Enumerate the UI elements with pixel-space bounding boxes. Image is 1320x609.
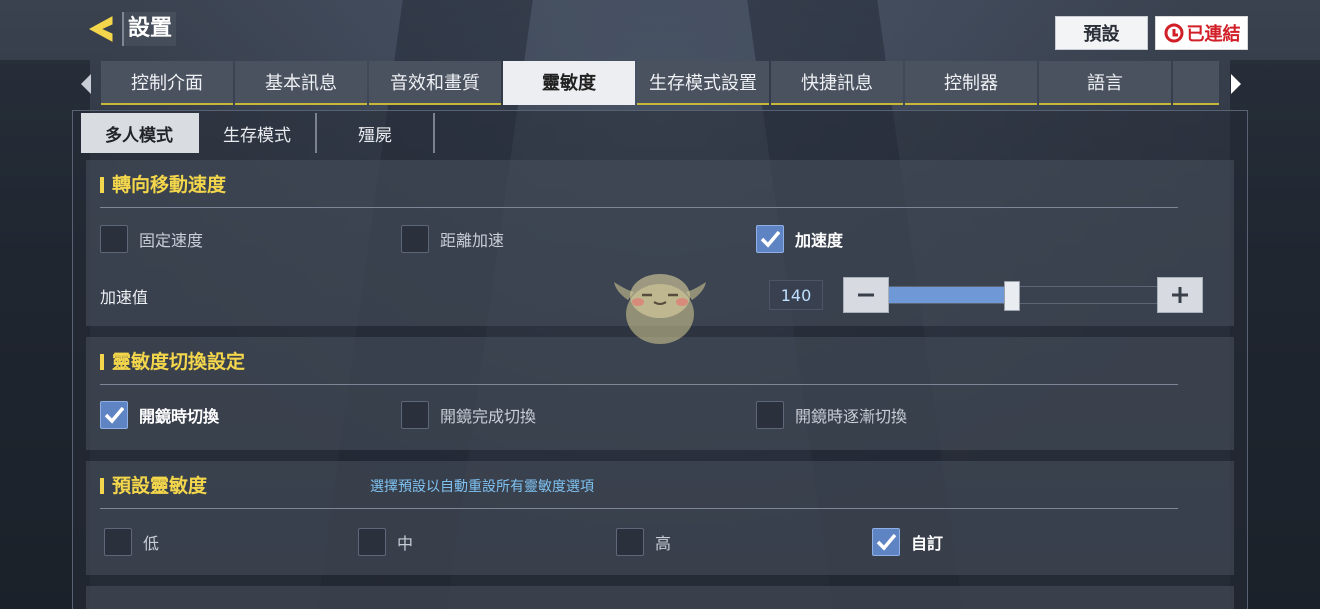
chevron-left-icon xyxy=(81,74,91,94)
divider xyxy=(100,384,1178,385)
option-preset-high[interactable]: 高 xyxy=(616,528,671,556)
checkbox-checked[interactable] xyxy=(100,401,128,429)
option-label: 加速度 xyxy=(795,231,844,250)
tab-survival-settings[interactable]: 生存模式設置 xyxy=(637,61,769,105)
preset-sensitivity-section: 預設靈敏度 選擇預設以自動重設所有靈敏度選項 低 中 高 自訂 xyxy=(86,461,1234,575)
checkbox[interactable] xyxy=(358,528,386,556)
tabs-scroll-right-button[interactable] xyxy=(1226,68,1246,100)
option-preset-low[interactable]: 低 xyxy=(104,528,159,556)
page-title: 設置 xyxy=(122,12,177,46)
option-label: 開鏡完成切換 xyxy=(440,407,537,426)
option-label: 開鏡時逐漸切換 xyxy=(795,407,908,426)
settings-tabs: 控制介面 基本訊息 音效和畫質 靈敏度 生存模式設置 快捷訊息 控制器 語言 xyxy=(101,61,1219,105)
subtab-multiplayer[interactable]: 多人模式 xyxy=(81,113,199,153)
tab-sensitivity[interactable]: 靈敏度 xyxy=(503,61,635,105)
acceleration-value-field[interactable]: 140 xyxy=(769,280,823,310)
option-label: 中 xyxy=(397,534,414,553)
checkmark-icon xyxy=(876,533,897,551)
option-distance-acceleration[interactable]: 距離加速 xyxy=(401,225,504,253)
checkbox[interactable] xyxy=(756,401,784,429)
tab-controls[interactable]: 控制介面 xyxy=(101,61,233,105)
preset-button[interactable]: 預設 xyxy=(1055,16,1148,50)
decrease-button[interactable] xyxy=(843,277,889,313)
tab-quick-messages[interactable]: 快捷訊息 xyxy=(771,61,903,105)
checkbox[interactable] xyxy=(401,401,429,429)
option-gradual-switch[interactable]: 開鏡時逐漸切換 xyxy=(756,401,907,429)
checkmark-icon xyxy=(104,406,125,424)
option-label: 低 xyxy=(143,534,160,553)
mascot-sticker-icon xyxy=(614,274,706,344)
next-section xyxy=(86,586,1234,609)
option-label: 距離加速 xyxy=(440,231,505,250)
tab-audio-graphics[interactable]: 音效和畫質 xyxy=(369,61,501,105)
tab-controller[interactable]: 控制器 xyxy=(905,61,1037,105)
back-arrow-icon xyxy=(88,16,113,42)
section-title: 轉向移動速度 xyxy=(100,172,226,198)
section-title: 靈敏度切換設定 xyxy=(100,349,245,375)
option-preset-medium[interactable]: 中 xyxy=(358,528,413,556)
minus-icon xyxy=(858,293,874,297)
option-preset-custom[interactable]: 自訂 xyxy=(872,528,943,556)
subtab-zombies[interactable]: 殭屍 xyxy=(317,113,435,153)
checkbox-checked[interactable] xyxy=(756,225,784,253)
section-hint: 選擇預設以自動重設所有靈敏度選項 xyxy=(370,479,594,495)
mode-subtabs: 多人模式 生存模式 殭屍 xyxy=(81,113,435,153)
slider-handle[interactable] xyxy=(1004,281,1021,311)
slider-fill xyxy=(889,287,1013,303)
divider xyxy=(100,508,1178,509)
option-label: 開鏡時切換 xyxy=(139,407,220,426)
checkbox[interactable] xyxy=(100,225,128,253)
subtab-survival[interactable]: 生存模式 xyxy=(199,113,317,153)
divider xyxy=(100,207,1178,208)
section-title: 預設靈敏度 xyxy=(100,473,207,499)
checkbox[interactable] xyxy=(616,528,644,556)
option-fixed-speed[interactable]: 固定速度 xyxy=(100,225,203,253)
tabs-scroll-left-button[interactable] xyxy=(76,68,96,100)
back-button[interactable] xyxy=(84,12,118,46)
option-acceleration[interactable]: 加速度 xyxy=(756,225,843,253)
option-switch-after-ads[interactable]: 開鏡完成切換 xyxy=(401,401,536,429)
sensitivity-switch-section: 靈敏度切換設定 開鏡時切換 開鏡完成切換 開鏡時逐漸切換 xyxy=(86,337,1234,450)
tab-language[interactable]: 語言 xyxy=(1039,61,1171,105)
checkbox[interactable] xyxy=(104,528,132,556)
option-label: 固定速度 xyxy=(139,231,204,250)
option-label: 自訂 xyxy=(911,534,944,553)
plus-icon xyxy=(1172,287,1188,303)
acceleration-value-label: 加速值 xyxy=(100,288,149,307)
tab-basic-info[interactable]: 基本訊息 xyxy=(235,61,367,105)
increase-button[interactable] xyxy=(1157,277,1203,313)
option-switch-on-ads[interactable]: 開鏡時切換 xyxy=(100,401,219,429)
checkbox-checked[interactable] xyxy=(872,528,900,556)
chevron-right-icon xyxy=(1231,74,1241,94)
tab-overflow[interactable] xyxy=(1173,61,1219,105)
checkbox[interactable] xyxy=(401,225,429,253)
connection-status-button[interactable]: 已連結 xyxy=(1155,16,1248,50)
acceleration-slider[interactable] xyxy=(889,281,1157,311)
checkmark-icon xyxy=(760,230,781,248)
garena-logo-icon xyxy=(1164,23,1183,43)
option-label: 高 xyxy=(655,534,672,553)
connection-label: 已連結 xyxy=(1186,24,1241,45)
